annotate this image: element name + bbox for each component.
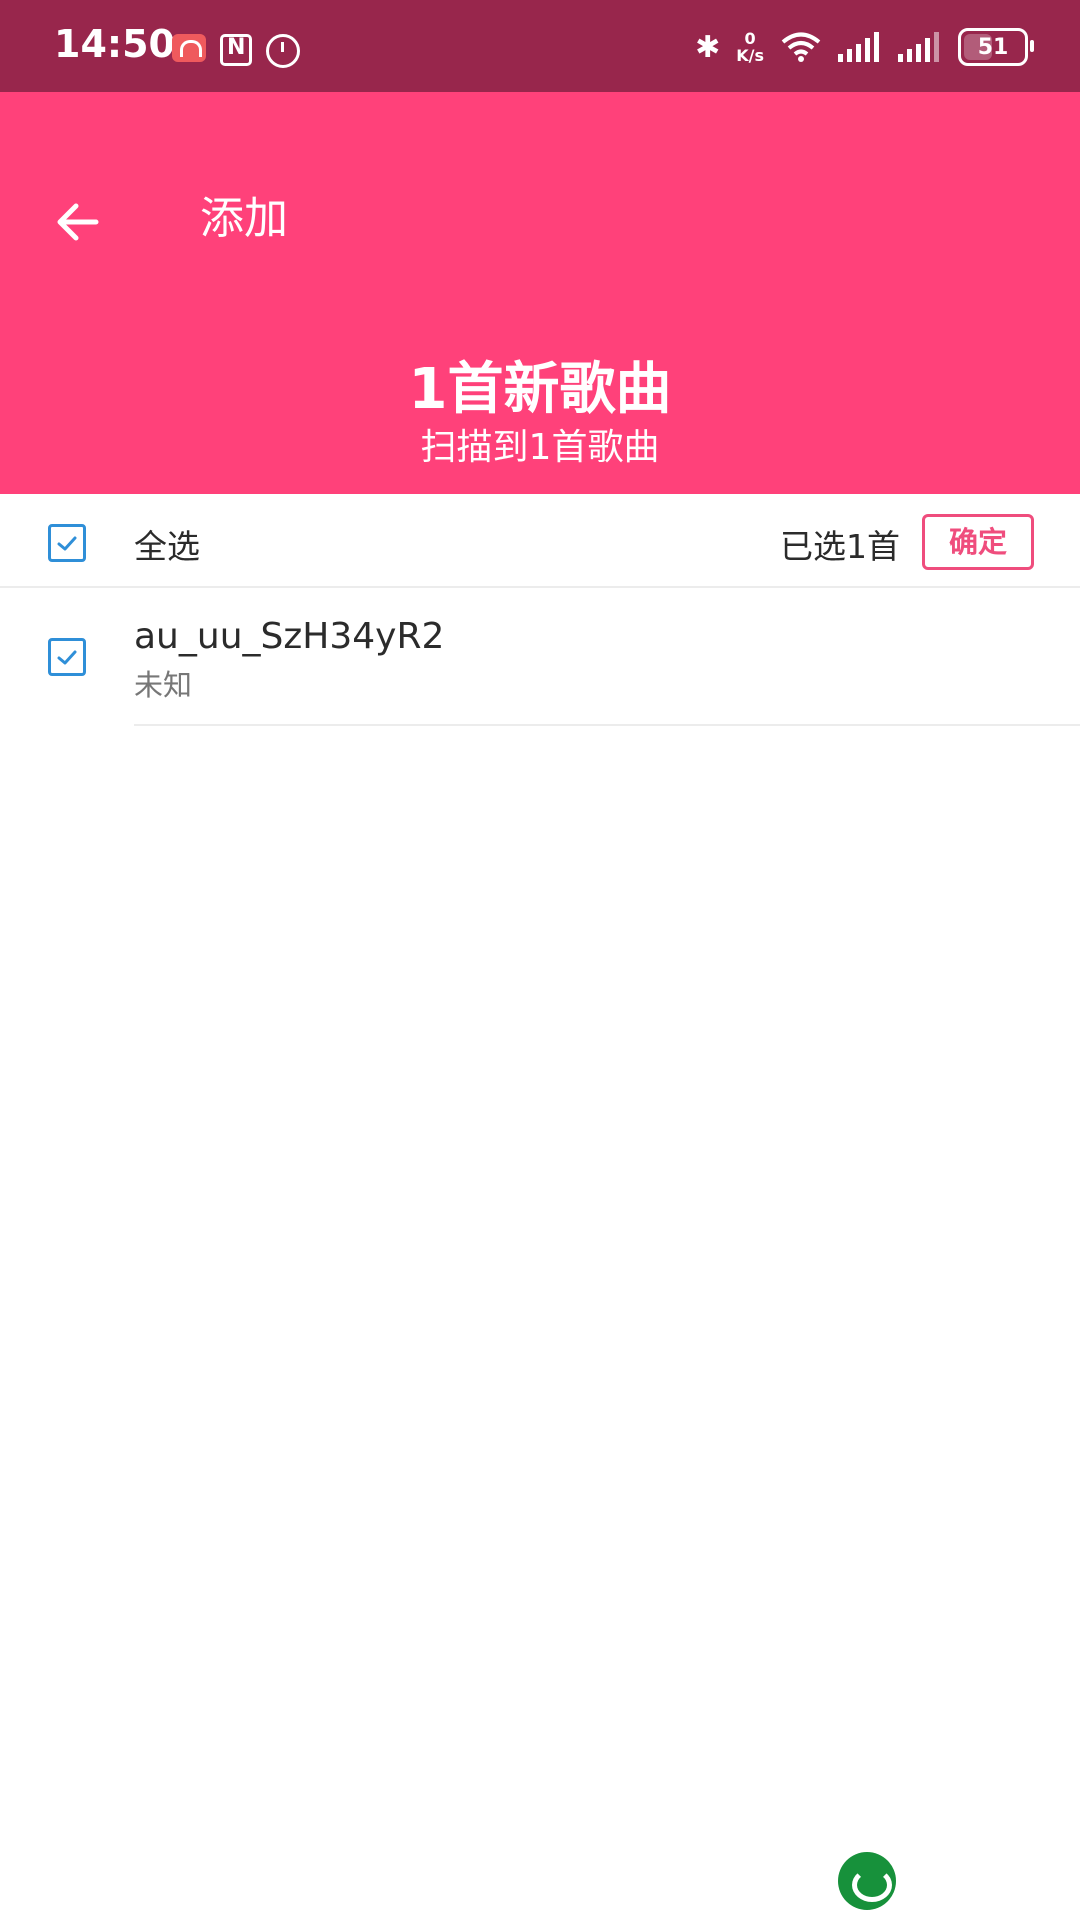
signal-icon	[838, 32, 879, 62]
battery-icon: 51	[958, 28, 1034, 66]
select-all-label[interactable]: 全选	[134, 520, 200, 568]
scan-result-title: 1首新歌曲	[408, 357, 672, 422]
selected-count: 已选1首	[780, 527, 900, 566]
song-list-item[interactable]: au_uu_SzH34yR2 未知	[0, 588, 1080, 726]
network-speed: 0 K/s	[736, 30, 764, 64]
status-time: 14:50	[54, 22, 175, 66]
status-bar: 14:50 ✱ 0 K/s	[0, 0, 1080, 92]
status-icons-right: ✱ 0 K/s 51	[695, 28, 1034, 66]
network-speed-value: 0	[744, 29, 756, 48]
nfc-icon	[220, 34, 252, 66]
select-all-checkbox[interactable]	[48, 524, 86, 562]
header: 添加 1首新歌曲 扫描到1首歌曲	[0, 92, 1080, 494]
divider	[134, 724, 1080, 726]
select-all-bar: 全选 已选1首 确定	[0, 494, 1080, 588]
song-checkbox[interactable]	[48, 638, 86, 676]
song-title: au_uu_SzH34yR2	[134, 616, 445, 657]
scan-result-subtitle: 扫描到1首歌曲	[420, 427, 660, 468]
app-logo-icon[interactable]	[838, 1852, 896, 1910]
song-artist: 未知	[134, 668, 193, 702]
check-icon	[57, 650, 77, 665]
bluetooth-icon: ✱	[695, 29, 721, 65]
alarm-icon	[266, 34, 300, 68]
back-arrow-icon[interactable]	[48, 192, 108, 252]
check-icon	[57, 536, 77, 551]
status-icons-left	[172, 34, 300, 68]
battery-cap	[1030, 40, 1034, 52]
page-title: 添加	[200, 193, 288, 244]
signal-icon	[898, 32, 939, 62]
wifi-icon	[781, 32, 821, 62]
confirm-button[interactable]: 确定	[922, 514, 1034, 570]
network-speed-unit: K/s	[736, 46, 764, 65]
battery-level: 51	[977, 34, 1009, 60]
headphones-icon	[172, 34, 206, 62]
